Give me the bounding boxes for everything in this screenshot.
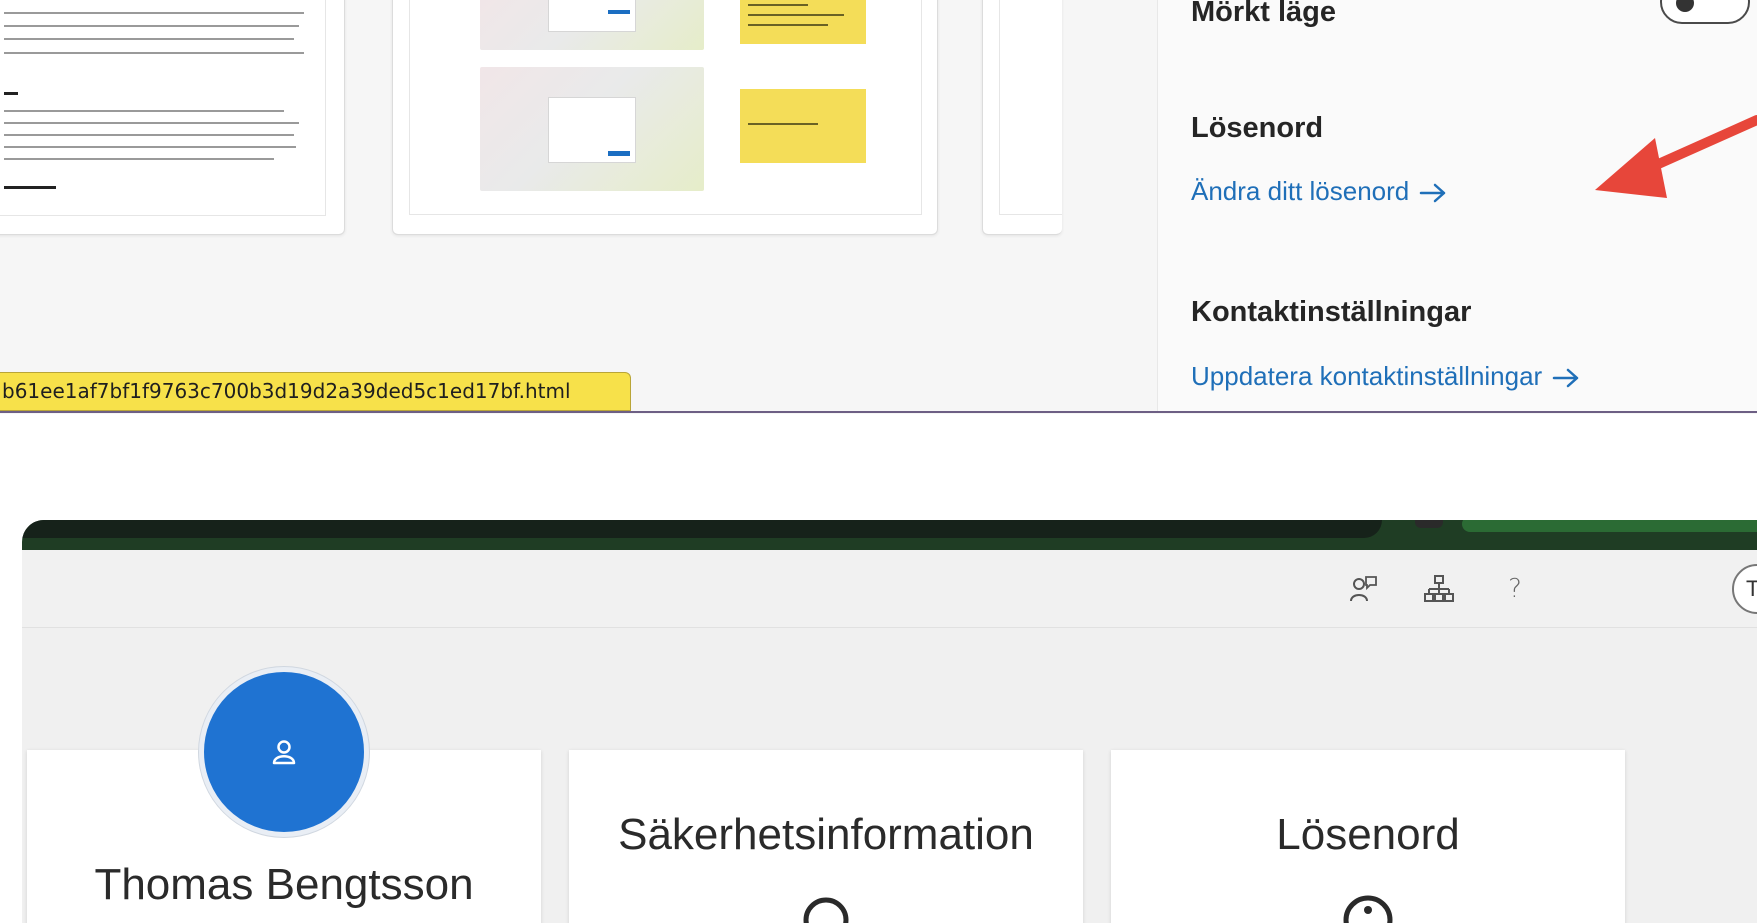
- password-card-title: Lösenord: [1276, 810, 1460, 859]
- feedback-person-icon[interactable]: [1346, 572, 1380, 606]
- app-header: ? T: [22, 550, 1757, 628]
- slides-page: [409, 0, 922, 215]
- person-icon: [272, 740, 296, 765]
- title-bar: [22, 520, 1757, 550]
- account-app-window: ? T Thomas Bengtsson Säkerhetsinformatio…: [22, 520, 1757, 923]
- contact-settings-heading: Kontaktinställningar: [1191, 296, 1472, 328]
- dark-mode-toggle[interactable]: [1660, 0, 1750, 24]
- user-avatar-button[interactable]: T: [1732, 564, 1757, 614]
- security-info-card[interactable]: Säkerhetsinformation: [569, 750, 1083, 923]
- security-info-title: Säkerhetsinformation: [618, 810, 1034, 859]
- update-contact-settings-link[interactable]: Uppdatera kontaktinställningar: [1191, 361, 1580, 392]
- help-icon[interactable]: ?: [1498, 572, 1532, 606]
- update-contact-settings-link-label: Uppdatera kontaktinställningar: [1191, 361, 1543, 391]
- password-card[interactable]: Lösenord: [1111, 750, 1625, 923]
- change-password-link[interactable]: Ändra ditt lösenord: [1191, 176, 1447, 207]
- search-icon: [803, 897, 849, 923]
- document-page: [0, 0, 326, 216]
- password-heading: Lösenord: [1191, 112, 1324, 144]
- window-divider: [0, 411, 1757, 413]
- org-chart-icon[interactable]: [1422, 572, 1456, 606]
- arrow-right-icon: [1552, 368, 1579, 388]
- document-thumbnail[interactable]: [0, 0, 345, 235]
- document-thumbnail-partial[interactable]: [982, 0, 1062, 235]
- browser-view: b61ee1af7bf1f9763c700b3d19d2a39ded5c1ed1…: [0, 0, 1757, 414]
- profile-name: Thomas Bengtsson: [94, 860, 474, 909]
- annotation-arrow-icon: [1595, 115, 1757, 198]
- key-icon: [1343, 895, 1393, 923]
- slides-thumbnail[interactable]: [392, 0, 938, 235]
- toggle-knob: [1676, 0, 1694, 12]
- document-page: [999, 0, 1062, 215]
- dark-mode-label: Mörkt läge: [1191, 0, 1337, 28]
- change-password-link-label: Ändra ditt lösenord: [1191, 176, 1410, 206]
- sticky-note: [740, 89, 866, 163]
- sticky-note: [740, 0, 866, 44]
- arrow-right-icon: [1420, 183, 1446, 203]
- status-bar-url: b61ee1af7bf1f9763c700b3d19d2a39ded5c1ed1…: [0, 372, 631, 411]
- profile-avatar: [199, 667, 369, 837]
